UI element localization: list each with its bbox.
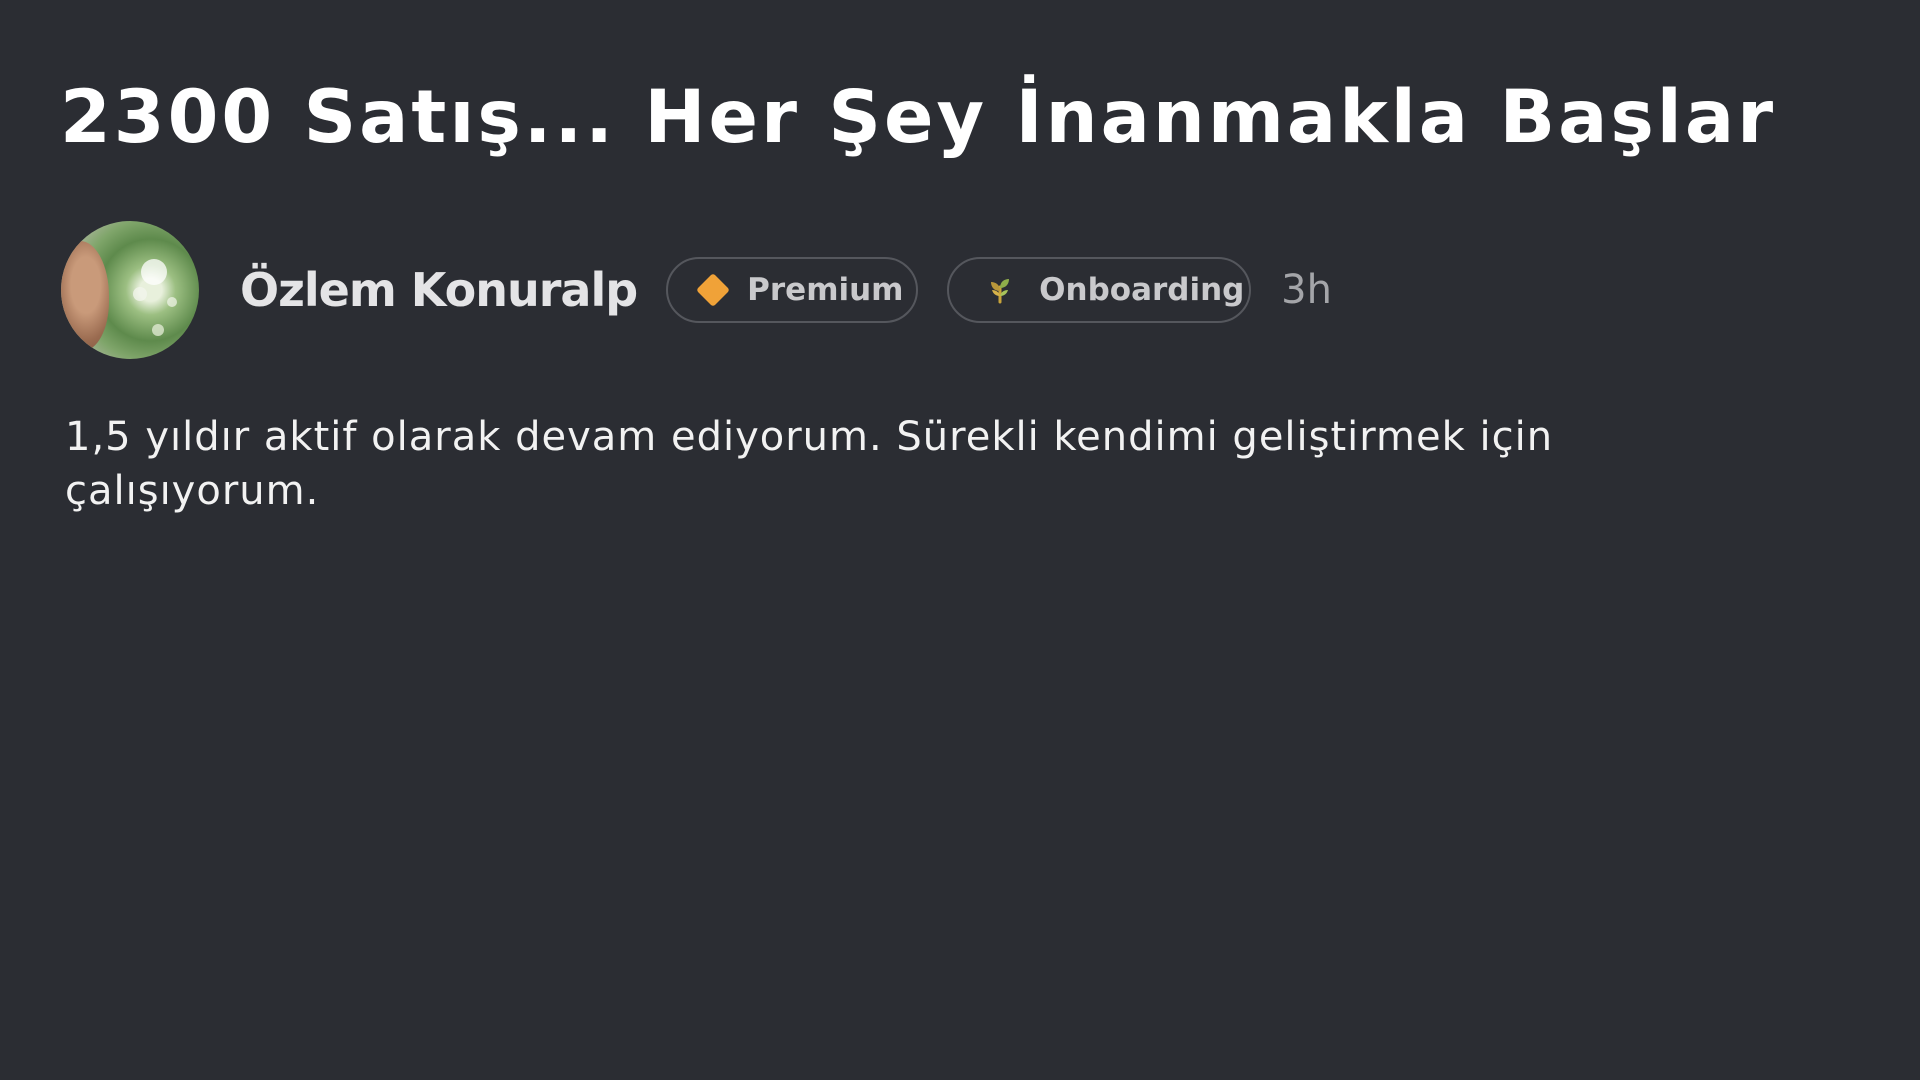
post-timestamp: 3h [1281, 267, 1332, 313]
post-body: 1,5 yıldır aktif olarak devam ediyorum. … [65, 414, 1554, 514]
post-title: 2300 Satış... Her Şey İnanmakla Başlar [60, 75, 1777, 160]
premium-badge[interactable]: Premium [666, 257, 919, 323]
author-row: Özlem Konuralp Premium Onboarding 3h [61, 220, 1332, 360]
author-name[interactable]: Özlem Konuralp [240, 263, 638, 317]
premium-badge-label: Premium [747, 272, 904, 308]
diamond-icon [696, 273, 731, 307]
post-page: 2300 Satış... Her Şey İnanmakla Başlar Ö… [0, 0, 1920, 1080]
avatar[interactable] [61, 221, 199, 359]
onboarding-badge-label: Onboarding [1039, 272, 1245, 308]
sprout-icon [985, 275, 1015, 305]
onboarding-badge[interactable]: Onboarding [947, 257, 1252, 323]
